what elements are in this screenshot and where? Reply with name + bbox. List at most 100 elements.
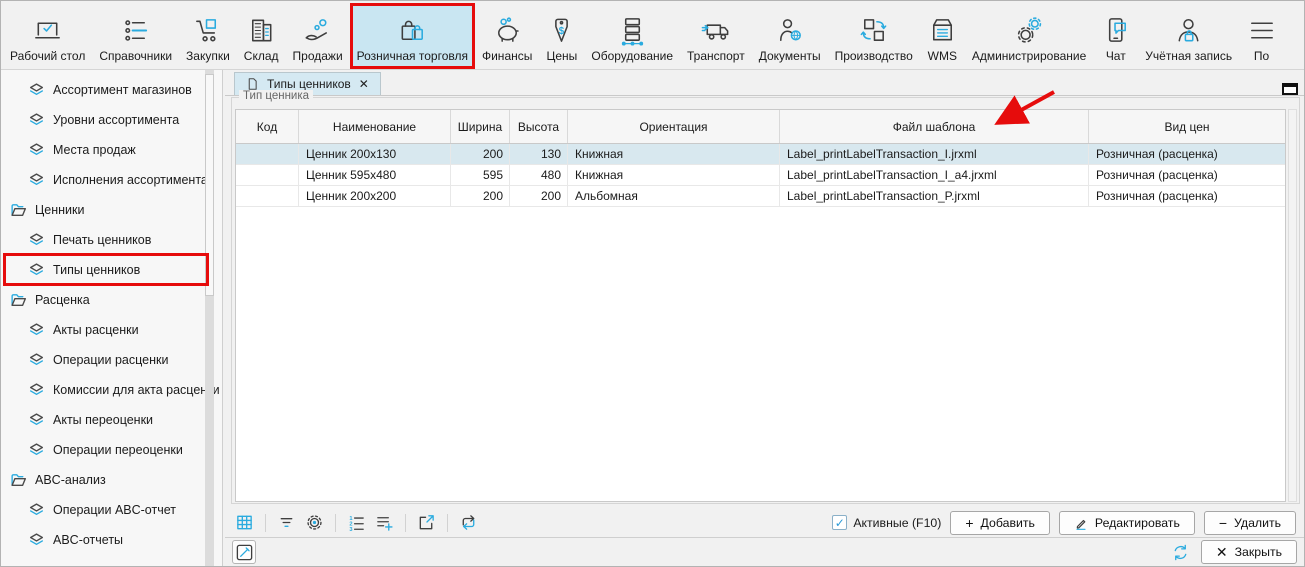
module-administration[interactable]: Администрирование <box>965 3 1093 69</box>
active-filter-label: Активные (F10) <box>853 516 941 530</box>
module-documents[interactable]: Документы <box>752 3 828 69</box>
module-prices[interactable]: $ Цены <box>539 3 584 69</box>
toolbar-separator <box>405 514 406 532</box>
cell-template-file: Label_printLabelTransaction_P.jrxml <box>780 186 1089 207</box>
sidebar-item-assortiment-magazinov[interactable]: Ассортимент магазинов <box>1 75 222 105</box>
numbered-list-button[interactable]: 123 <box>345 511 368 534</box>
sidebar-item-akty-pereocenki[interactable]: Акты переоценки <box>1 405 222 435</box>
sidebar-folder-abc-analiz[interactable]: ABC-анализ <box>1 465 222 495</box>
module-production[interactable]: Производство <box>828 3 920 69</box>
list-add-icon <box>375 513 394 532</box>
sidebar-folder-cenniki[interactable]: Ценники <box>1 195 222 225</box>
layers-icon <box>28 382 45 399</box>
sidebar-item-ispolneniya-assortimenta[interactable]: Исполнения ассортимента <box>1 165 222 195</box>
cell-width: 200 <box>451 186 510 207</box>
sidebar-item-label: Ценники <box>35 203 84 217</box>
menu-icon <box>1246 15 1277 46</box>
column-header-orientation[interactable]: Ориентация <box>568 110 780 143</box>
table-row-selected[interactable]: Ценник 200x130 200 130 Книжная Label_pri… <box>236 144 1285 165</box>
sidebar-scrollbar[interactable] <box>205 70 214 566</box>
box-icon <box>927 15 958 46</box>
cell-template-file: Label_printLabelTransaction_I_a4.jrxml <box>780 165 1089 186</box>
cell-code <box>236 186 299 207</box>
sidebar-item-abc-otchety[interactable]: ABC-отчеты <box>1 525 222 555</box>
cell-code <box>236 144 299 165</box>
cell-price-kind: Розничная (расценка) <box>1089 165 1285 186</box>
module-label: Склад <box>244 49 279 63</box>
table-settings-button[interactable] <box>303 511 326 534</box>
module-overflow[interactable]: По <box>1239 3 1284 69</box>
filter-button[interactable] <box>275 511 298 534</box>
module-wms[interactable]: WMS <box>920 3 965 69</box>
sidebar-item-mesta-prodazh[interactable]: Места продаж <box>1 135 222 165</box>
export-button[interactable] <box>415 511 438 534</box>
quick-edit-button[interactable] <box>232 540 256 564</box>
sidebar-item-operacii-abc-otchet[interactable]: Операции ABC-отчет <box>1 495 222 525</box>
close-button[interactable]: ✕ Закрыть <box>1201 540 1297 564</box>
table-row[interactable]: Ценник 200x200 200 200 Альбомная Label_p… <box>236 186 1285 207</box>
module-equipment[interactable]: Оборудование <box>584 3 680 69</box>
sidebar-folder-rascenka[interactable]: Расценка <box>1 285 222 315</box>
grid-view-button[interactable] <box>233 511 256 534</box>
status-bar: ✕ Закрыть <box>225 537 1304 566</box>
add-button[interactable]: + Добавить <box>950 511 1050 535</box>
table-scrollbar[interactable] <box>1288 109 1297 502</box>
module-warehouse[interactable]: Склад <box>237 3 286 69</box>
external-link-icon <box>417 513 436 532</box>
tab-title: Типы ценников <box>267 77 351 91</box>
sidebar-item-pechat-cennikov[interactable]: Печать ценников <box>1 225 222 255</box>
module-account[interactable]: Учётная запись <box>1138 3 1239 69</box>
module-label: Закупки <box>186 49 230 63</box>
add-to-list-button[interactable] <box>373 511 396 534</box>
table-actions: ✓ Активные (F10) + Добавить Редактироват… <box>832 511 1296 535</box>
grid-icon <box>235 513 254 532</box>
tab-close-icon[interactable]: ✕ <box>359 77 369 91</box>
module-directories[interactable]: Справочники <box>92 3 179 69</box>
module-chat[interactable]: Чат <box>1093 3 1138 69</box>
edit-button[interactable]: Редактировать <box>1059 511 1195 535</box>
sidebar-item-operacii-rascenki[interactable]: Операции расценки <box>1 345 222 375</box>
module-sales[interactable]: Продажи <box>286 3 350 69</box>
cell-name: Ценник 200x130 <box>299 144 451 165</box>
delete-button[interactable]: − Удалить <box>1204 511 1296 535</box>
cell-name: Ценник 200x200 <box>299 186 451 207</box>
table-row[interactable]: Ценник 595x480 595 480 Книжная Label_pri… <box>236 165 1285 186</box>
sidebar-item-label: ABC-анализ <box>35 473 106 487</box>
close-button-label: Закрыть <box>1235 545 1282 559</box>
open-folder-icon <box>10 202 27 219</box>
column-header-width[interactable]: Ширина <box>451 110 510 143</box>
module-label: Чат <box>1106 49 1126 63</box>
module-desktop[interactable]: Рабочий стол <box>3 3 92 69</box>
module-purchases[interactable]: Закупки <box>179 3 237 69</box>
maximize-panel-icon[interactable] <box>1282 83 1298 95</box>
active-filter-checkbox[interactable]: ✓ Активные (F10) <box>832 515 941 530</box>
module-transport[interactable]: Транспорт <box>680 3 752 69</box>
cell-name: Ценник 595x480 <box>299 165 451 186</box>
module-retail-selected[interactable]: Розничная торговля <box>350 3 475 69</box>
layers-icon <box>28 352 45 369</box>
sidebar-item-operacii-pereocenki[interactable]: Операции переоценки <box>1 435 222 465</box>
module-label: Продажи <box>293 49 343 63</box>
sidebar-item-akty-rascenki[interactable]: Акты расценки <box>1 315 222 345</box>
server-stack-icon <box>617 15 648 46</box>
module-label: Учётная запись <box>1145 49 1232 63</box>
column-header-height[interactable]: Высота <box>510 110 568 143</box>
module-label: Рабочий стол <box>10 49 85 63</box>
sidebar-item-tipy-cennikov[interactable]: Типы ценников <box>1 255 222 285</box>
column-header-code[interactable]: Код <box>236 110 299 143</box>
sidebar-item-komissii-dlya-akta-rascenki[interactable]: Комиссии для акта расценки <box>1 375 222 405</box>
column-header-name[interactable]: Наименование <box>299 110 451 143</box>
refresh-button[interactable] <box>1169 540 1193 564</box>
column-header-template-file[interactable]: Файл шаблона <box>780 110 1089 143</box>
sidebar-item-urovni-assortimenta[interactable]: Уровни ассортимента <box>1 105 222 135</box>
sidebar-item-label: Операции расценки <box>53 353 168 367</box>
toolbar-separator <box>335 514 336 532</box>
sidebar-scrollbar-thumb[interactable] <box>205 74 214 296</box>
sync-boxes-icon <box>858 15 889 46</box>
layers-icon <box>28 502 45 519</box>
module-finance[interactable]: Финансы <box>475 3 539 69</box>
cell-height: 480 <box>510 165 568 186</box>
sidebar-item-label: Операции переоценки <box>53 443 183 457</box>
reload-loop-button[interactable] <box>457 511 480 534</box>
column-header-price-kind[interactable]: Вид цен <box>1089 110 1285 143</box>
